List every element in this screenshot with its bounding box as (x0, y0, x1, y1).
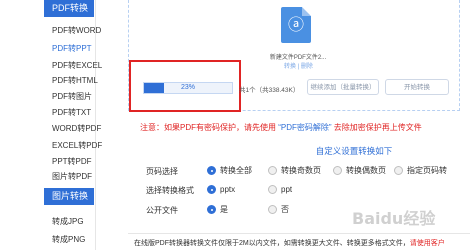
sidebar: PDF转换 PDF转WORD PDF转PPT PDF转EXCEL PDF转HTM… (0, 0, 102, 250)
progress-highlight-box (129, 60, 241, 112)
option-label: 指定页码转 (407, 166, 447, 175)
password-notice: 注意：如果PDF有密码保护，请先使用 “PDF密码解除” 去除加密保护再上传文件 (140, 122, 422, 133)
option-label: pptx (220, 185, 236, 194)
sidebar-item-pdf-to-image[interactable]: PDF转图片 (52, 92, 92, 102)
radio-icon[interactable] (268, 205, 277, 214)
sidebar-item-image-to-pdf[interactable]: 图片转PDF (52, 172, 92, 182)
option-label: 否 (281, 205, 289, 214)
pdf-file-icon: ⓐ (281, 7, 311, 43)
option-public-no[interactable]: 否 (268, 204, 289, 215)
footer-client-link[interactable]: 请使用客户 (410, 240, 445, 247)
option-label: 转换奇数页 (281, 166, 321, 175)
sidebar-item-pdf-to-txt[interactable]: PDF转TXT (52, 108, 91, 118)
radio-icon[interactable] (268, 185, 277, 194)
sidebar-section-image: 图片转换 (44, 188, 94, 205)
notice-prefix: 注意：如果PDF有密码保护，请先使用 (140, 123, 276, 132)
notice-suffix: 去除加密保护再上传文件 (333, 123, 422, 132)
footer-divider (128, 233, 470, 234)
sidebar-item-pdf-to-html[interactable]: PDF转HTML (52, 76, 98, 86)
option-label: ppt (281, 185, 293, 194)
sidebar-item-word-to-pdf[interactable]: WORD转PDF (52, 124, 101, 134)
radio-icon[interactable] (394, 166, 403, 175)
page-select-label: 页码选择 (146, 167, 178, 176)
public-file-label: 公开文件 (146, 206, 178, 215)
file-actions[interactable]: 转换 | 删除 (284, 61, 313, 70)
baidu-watermark: Baidu经验 (352, 209, 436, 228)
sidebar-item-pdf-to-excel[interactable]: PDF转EXCEL (52, 61, 102, 71)
footer-text: 在线版PDF转换器转换文件仅限于2M以内文件，如需转换更大文件、转换更多格式文件… (134, 240, 410, 247)
option-format-pptx[interactable]: pptx (207, 184, 235, 195)
sidebar-item-to-png[interactable]: 转成PNG (52, 235, 85, 245)
pdf-converter-page: PDF转换 PDF转WORD PDF转PPT PDF转EXCEL PDF转HTM… (0, 0, 470, 250)
radio-icon[interactable] (207, 185, 216, 194)
settings-title: 自定义设置转换如下 (0, 145, 470, 157)
sidebar-section-pdf: PDF转换 (44, 0, 94, 17)
file-name: 新建文件PDF文件2... (269, 55, 327, 61)
radio-icon[interactable] (207, 205, 216, 214)
option-label: 转换全部 (220, 166, 252, 175)
option-convert-all[interactable]: 转换全部 (207, 165, 252, 176)
option-convert-specified[interactable]: 指定页码转 (394, 165, 447, 176)
continue-add-button[interactable]: 继续添加（批量转换） (307, 79, 379, 95)
option-format-ppt[interactable]: ppt (268, 184, 292, 195)
radio-icon[interactable] (268, 166, 277, 175)
option-convert-even[interactable]: 转换偶数页 (333, 165, 386, 176)
option-label: 转换偶数页 (346, 166, 386, 175)
format-label: 选择转换格式 (146, 186, 194, 195)
file-count: 共1个（共338.43K） (239, 87, 300, 94)
sidebar-item-pdf-to-ppt[interactable]: PDF转PPT (52, 44, 92, 54)
option-convert-odd[interactable]: 转换奇数页 (268, 165, 321, 176)
option-label: 是 (220, 205, 228, 214)
option-public-yes[interactable]: 是 (207, 204, 228, 215)
radio-icon[interactable] (207, 166, 216, 175)
footer-note: 在线版PDF转换器转换文件仅限于2M以内文件，如需转换更大文件、转换更多格式文件… (134, 238, 445, 248)
settings-title-text: 自定义设置转换如下 (315, 146, 393, 156)
sidebar-item-ppt-to-pdf[interactable]: PPT转PDF (52, 157, 92, 167)
pdf-password-remove-link[interactable]: “PDF密码解除” (278, 123, 331, 132)
sidebar-item-to-jpg[interactable]: 转成JPG (52, 217, 84, 227)
start-convert-button[interactable]: 开始转换 (385, 79, 449, 95)
radio-icon[interactable] (333, 166, 342, 175)
sidebar-item-pdf-to-word[interactable]: PDF转WORD (52, 26, 101, 36)
pdf-logo-icon: ⓐ (287, 17, 304, 34)
